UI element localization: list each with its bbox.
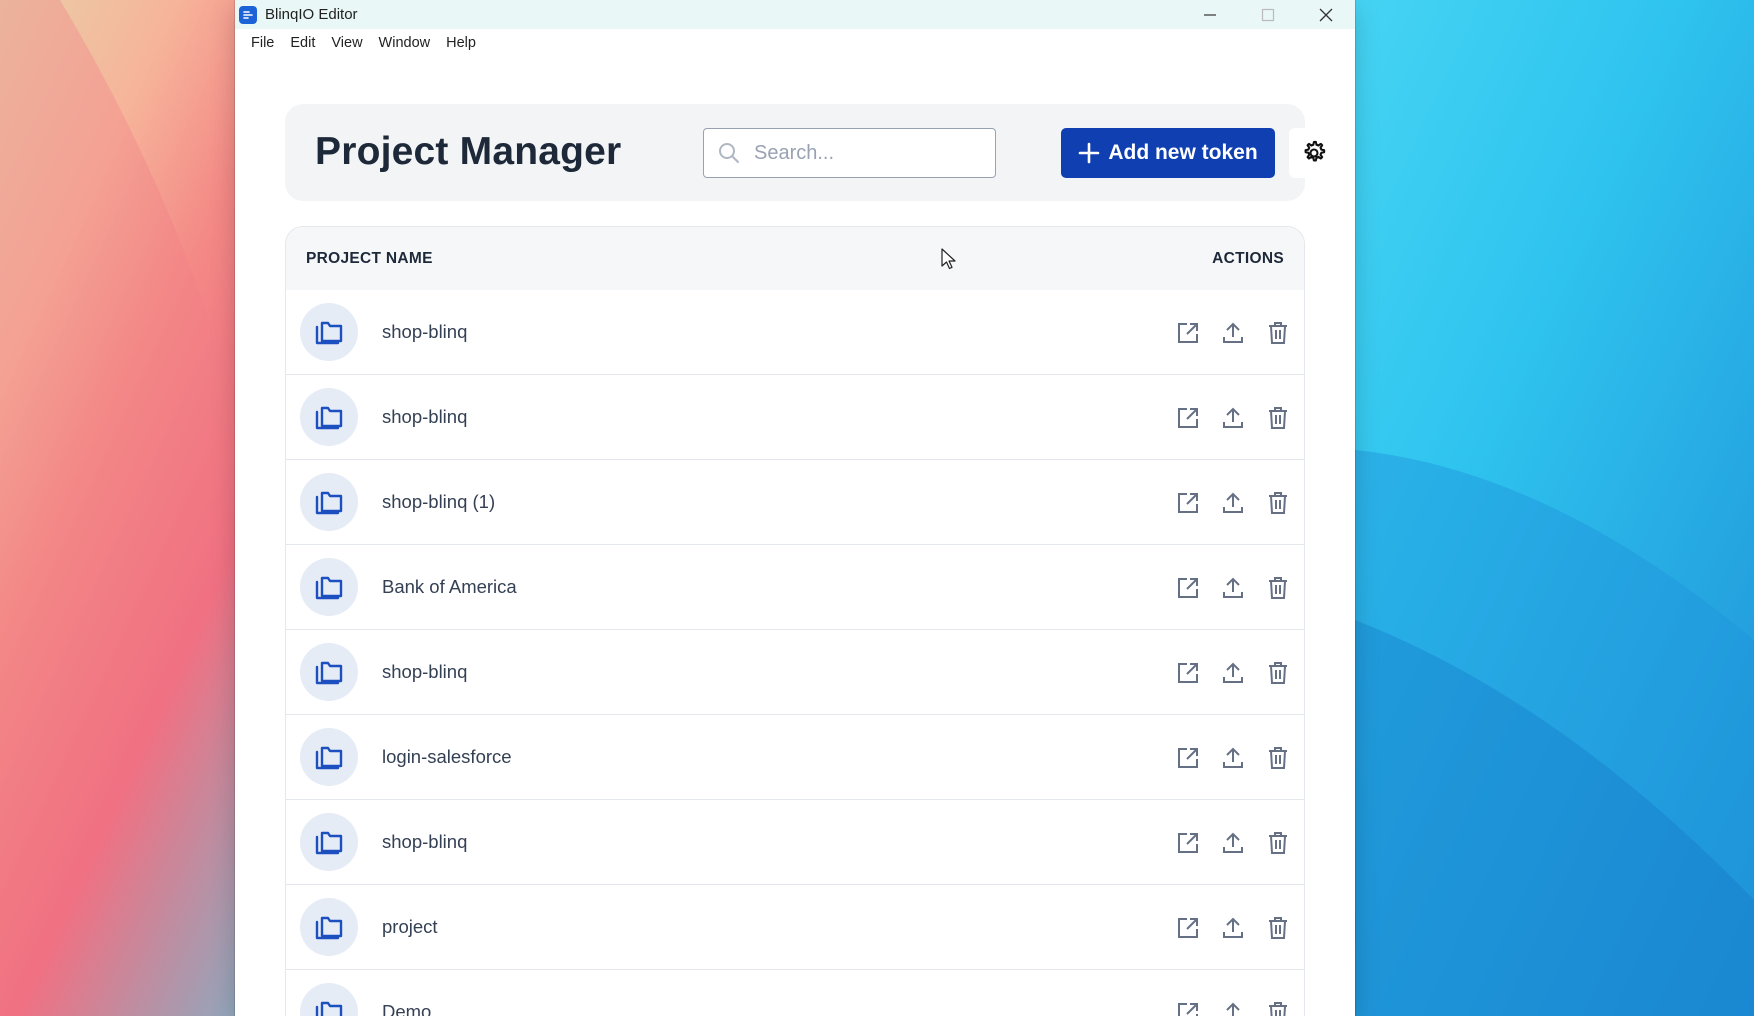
upload-icon[interactable] [1220,320,1245,345]
table-row[interactable]: shop-blinq [286,800,1304,885]
settings-button[interactable] [1289,128,1339,178]
open-external-icon[interactable] [1175,830,1200,855]
row-actions [1175,375,1290,460]
menu-edit[interactable]: Edit [282,35,323,51]
projects-table: PROJECT NAME ACTIONS shop-blinq shop-bli… [285,226,1305,1016]
header-card: Project Manager Add new token [285,104,1339,201]
folder-icon [300,813,358,871]
delete-icon[interactable] [1265,575,1290,600]
table-row[interactable]: project [286,885,1304,970]
upload-icon[interactable] [1220,575,1245,600]
open-external-icon[interactable] [1175,490,1200,515]
menu-file[interactable]: File [243,35,282,51]
title-bar: BlinqIO Editor [235,0,1355,29]
search-input[interactable] [754,141,974,165]
add-new-token-label: Add new token [1108,141,1258,164]
row-actions [1175,970,1290,1016]
folder-icon [300,728,358,786]
table-row[interactable]: shop-blinq (1) [286,460,1304,545]
delete-icon[interactable] [1265,745,1290,770]
folder-icon [300,983,358,1016]
column-actions: ACTIONS [1212,249,1284,267]
delete-icon[interactable] [1265,1000,1290,1016]
plus-icon [1078,142,1100,164]
project-name: shop-blinq (1) [382,491,496,512]
row-actions [1175,460,1290,545]
open-external-icon[interactable] [1175,575,1200,600]
table-row[interactable]: Demo [286,970,1304,1016]
minimize-button[interactable] [1181,0,1239,29]
menu-help[interactable]: Help [438,35,484,51]
row-actions [1175,715,1290,800]
project-name: project [382,916,438,937]
open-external-icon[interactable] [1175,405,1200,430]
project-name: Bank of America [382,576,517,597]
delete-icon[interactable] [1265,915,1290,940]
row-actions [1175,545,1290,630]
delete-icon[interactable] [1265,320,1290,345]
table-row[interactable]: login-salesforce [286,715,1304,800]
mouse-cursor-icon [941,248,956,270]
upload-icon[interactable] [1220,830,1245,855]
maximize-button[interactable] [1239,0,1297,29]
search-icon [718,142,740,164]
menu-bar: File Edit View Window Help [235,29,1355,57]
table-header: PROJECT NAME ACTIONS [286,227,1304,290]
delete-icon[interactable] [1265,405,1290,430]
project-name: login-salesforce [382,746,512,767]
row-actions [1175,630,1290,715]
window-title: BlinqIO Editor [265,6,358,23]
table-row[interactable]: shop-blinq [286,630,1304,715]
delete-icon[interactable] [1265,830,1290,855]
delete-icon[interactable] [1265,490,1290,515]
menu-window[interactable]: Window [371,35,439,51]
project-name: Demo [382,1001,432,1016]
table-row[interactable]: shop-blinq [286,290,1304,375]
project-name: shop-blinq [382,406,468,427]
column-project-name: PROJECT NAME [306,249,433,267]
upload-icon[interactable] [1220,490,1245,515]
folder-icon [300,643,358,701]
folder-icon [300,473,358,531]
open-external-icon[interactable] [1175,1000,1200,1016]
folder-icon [300,388,358,446]
delete-icon[interactable] [1265,660,1290,685]
upload-icon[interactable] [1220,660,1245,685]
table-row[interactable]: Bank of America [286,545,1304,630]
open-external-icon[interactable] [1175,660,1200,685]
app-window: BlinqIO Editor File Edit View Window Hel… [235,0,1355,1016]
gear-icon [1304,140,1326,162]
search-box[interactable] [703,128,996,178]
row-actions [1175,885,1290,970]
folder-icon [300,558,358,616]
upload-icon[interactable] [1220,1000,1245,1016]
row-actions [1175,290,1290,375]
row-actions [1175,800,1290,885]
folder-icon [300,898,358,956]
add-new-token-button[interactable]: Add new token [1061,128,1275,178]
table-row[interactable]: shop-blinq [286,375,1304,460]
upload-icon[interactable] [1220,915,1245,940]
menu-view[interactable]: View [323,35,370,51]
open-external-icon[interactable] [1175,915,1200,940]
folder-icon [300,303,358,361]
open-external-icon[interactable] [1175,745,1200,770]
upload-icon[interactable] [1220,745,1245,770]
table-body: shop-blinq shop-blinq shop-blinq (1) Ban… [286,290,1304,1016]
close-button[interactable] [1297,0,1355,29]
open-external-icon[interactable] [1175,320,1200,345]
upload-icon[interactable] [1220,405,1245,430]
project-name: shop-blinq [382,321,468,342]
page-title: Project Manager [315,130,622,173]
app-logo-icon [239,5,257,24]
project-name: shop-blinq [382,661,468,682]
project-name: shop-blinq [382,831,468,852]
